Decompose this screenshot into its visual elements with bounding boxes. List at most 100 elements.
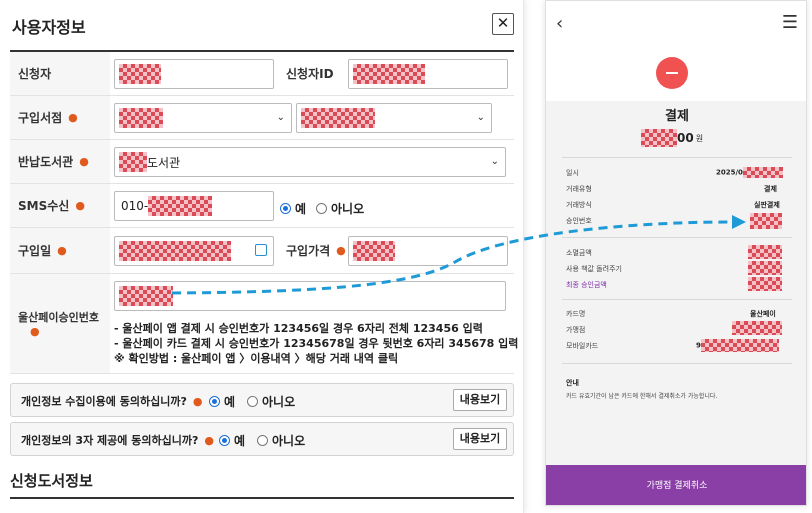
note-line-2: - 울산페이 카드 결제 시 승인번호가 12345678일 경우 뒷번호 6자… — [114, 337, 519, 350]
consent2-no-radio[interactable]: 아니오 — [257, 432, 305, 449]
approval-row: 울산페이승인번호 ● - 울산페이 앱 결제 시 승인번호가 123456일 경우… — [10, 274, 518, 374]
consent2-yes-radio[interactable]: 예 — [219, 432, 245, 449]
dialog-title: 사용자정보 — [12, 18, 86, 37]
close-button[interactable]: ✕ — [492, 13, 514, 35]
date-value: 2025/0 — [716, 167, 783, 178]
note-line-1: - 울산페이 앱 결제 시 승인번호가 123456일 경우 6자리 전체 12… — [114, 322, 483, 335]
radio-label: 예 — [295, 202, 307, 216]
note-line-3: ※ 확인방법 : 울산페이 앱 〉이용내역 〉해당 거래 내역 클릭 — [114, 352, 399, 365]
privacy-consent-row: 개인정보 수집이용에 동의하십니까? ● 예 아니오 내용보기 — [10, 383, 514, 417]
consent1-yes-radio[interactable]: 예 — [209, 393, 235, 410]
store-label-text: 구입서점 — [18, 111, 63, 125]
store-select-2[interactable]: ⌄ — [296, 103, 492, 133]
required-icon: ● — [75, 199, 85, 212]
back-arrow-icon[interactable]: ‹ — [556, 13, 563, 34]
purchase-row: 구입일 ● 구입가격 ● — [10, 228, 514, 274]
radio-label: 예 — [234, 434, 246, 448]
radio-unchecked-icon — [247, 396, 258, 407]
question-text: 개인정보의 3자 제공에 동의하십니까? — [21, 434, 199, 447]
divider — [562, 157, 792, 158]
redacted-value — [750, 213, 782, 229]
trans-type-label: 거래유형 — [566, 185, 592, 193]
radio-unchecked-icon — [257, 435, 268, 446]
redacted-value — [353, 64, 425, 84]
radio-checked-icon — [280, 203, 291, 214]
divider — [562, 363, 792, 364]
radio-checked-icon — [219, 435, 230, 446]
radio-label: 예 — [224, 395, 236, 409]
currency-unit: 원 — [695, 133, 704, 143]
library-label-text: 반납도서관 — [18, 155, 74, 169]
hamburger-menu-icon[interactable]: ☰ — [782, 12, 798, 33]
library-value: 도서관 — [147, 155, 181, 170]
third-party-consent-question: 개인정보의 3자 제공에 동의하십니까? ● — [21, 432, 214, 448]
redacted-value — [119, 286, 173, 306]
redacted-value — [748, 245, 782, 259]
approval-label: 울산페이승인번호 ● — [10, 274, 110, 373]
radio-label: 아니오 — [262, 395, 296, 409]
payment-receipt-screen: ‹ ☰ 결제 00 원 일시 2025/0 거래유형 결제 거래방식 실판결제 … — [545, 0, 807, 506]
purchase-date-input[interactable] — [114, 236, 274, 266]
privacy-consent-question: 개인정보 수집이용에 동의하십니까? ● — [21, 393, 202, 409]
divider — [562, 299, 792, 300]
redacted-value — [641, 129, 677, 147]
chevron-down-icon: ⌄ — [476, 112, 485, 123]
redacted-value — [119, 241, 231, 261]
price-label-text: 구입가격 — [286, 244, 331, 258]
mobile-card-label: 모바일카드 — [566, 342, 599, 350]
applicant-row: 신청자 신청자ID — [10, 52, 514, 96]
approval-number-input[interactable] — [114, 281, 506, 311]
consent1-no-radio[interactable]: 아니오 — [247, 393, 295, 410]
merchant-cancel-button[interactable]: 가맹점 결제취소 — [546, 465, 806, 505]
card-name-label: 카드명 — [566, 310, 586, 318]
purchase-date-label: 구입일 ● — [10, 228, 110, 273]
required-icon: ● — [336, 244, 346, 257]
view-details-button[interactable]: 내용보기 — [453, 428, 507, 450]
store-select-1[interactable]: ⌄ — [114, 103, 292, 133]
required-icon: ● — [204, 434, 214, 447]
trans-method-label: 거래방식 — [566, 201, 592, 209]
calendar-icon[interactable] — [255, 244, 267, 256]
card-name-value: 울산페이 — [750, 310, 776, 318]
library-label: 반납도서관 ● — [10, 140, 110, 183]
consumed-amount-label: 소멸금액 — [566, 249, 592, 257]
radio-label: 아니오 — [272, 434, 306, 448]
redacted-value — [119, 152, 147, 172]
sms-no-radio[interactable]: 아니오 — [316, 200, 364, 217]
date-label: 일시 — [566, 169, 579, 177]
phone-prefix: 010- — [121, 199, 149, 213]
approval-num-label: 승인번호 — [566, 217, 592, 225]
redacted-value — [148, 196, 213, 216]
required-icon: ● — [79, 155, 89, 168]
applicant-id-input[interactable] — [348, 59, 508, 89]
receipt-header: ‹ ☰ — [546, 1, 806, 101]
required-icon: ● — [192, 395, 203, 408]
radio-checked-icon — [209, 396, 220, 407]
radio-label: 아니오 — [331, 202, 365, 216]
radio-unchecked-icon — [316, 203, 327, 214]
amount-suffix: 00 — [677, 131, 694, 145]
mobile-card-value: 9 — [696, 339, 779, 352]
library-row: 반납도서관 ● 도서관 ⌄ — [10, 140, 514, 184]
notice-body: 카드 유효기간이 남은 카드에 한해서 결제취소가 가능합니다. — [566, 393, 718, 400]
minus-circle-icon — [656, 57, 688, 89]
sms-label-text: SMS수신 — [18, 199, 70, 213]
applicant-input[interactable] — [114, 59, 274, 89]
store-row: 구입서점 ● ⌄ ⌄ — [10, 96, 514, 140]
applicant-id-label: 신청자ID — [280, 52, 352, 95]
view-details-button[interactable]: 내용보기 — [453, 389, 507, 411]
divider — [10, 497, 514, 499]
trans-type-value: 결제 — [764, 185, 777, 193]
required-icon: ● — [30, 325, 40, 338]
sms-phone-input[interactable]: 010- — [114, 191, 274, 221]
question-text: 개인정보 수집이용에 동의하십니까? — [21, 395, 187, 408]
sms-yes-radio[interactable]: 예 — [280, 200, 306, 217]
redacted-value — [742, 167, 783, 178]
redacted-value — [748, 277, 782, 291]
library-select[interactable]: 도서관 ⌄ — [114, 147, 506, 177]
payment-amount: 00 원 — [641, 129, 703, 147]
approval-label-text: 울산페이승인번호 — [18, 311, 99, 324]
store-label: 구입서점 ● — [10, 96, 110, 139]
section-title: 신청도서정보 — [10, 472, 93, 490]
price-input[interactable] — [348, 236, 508, 266]
